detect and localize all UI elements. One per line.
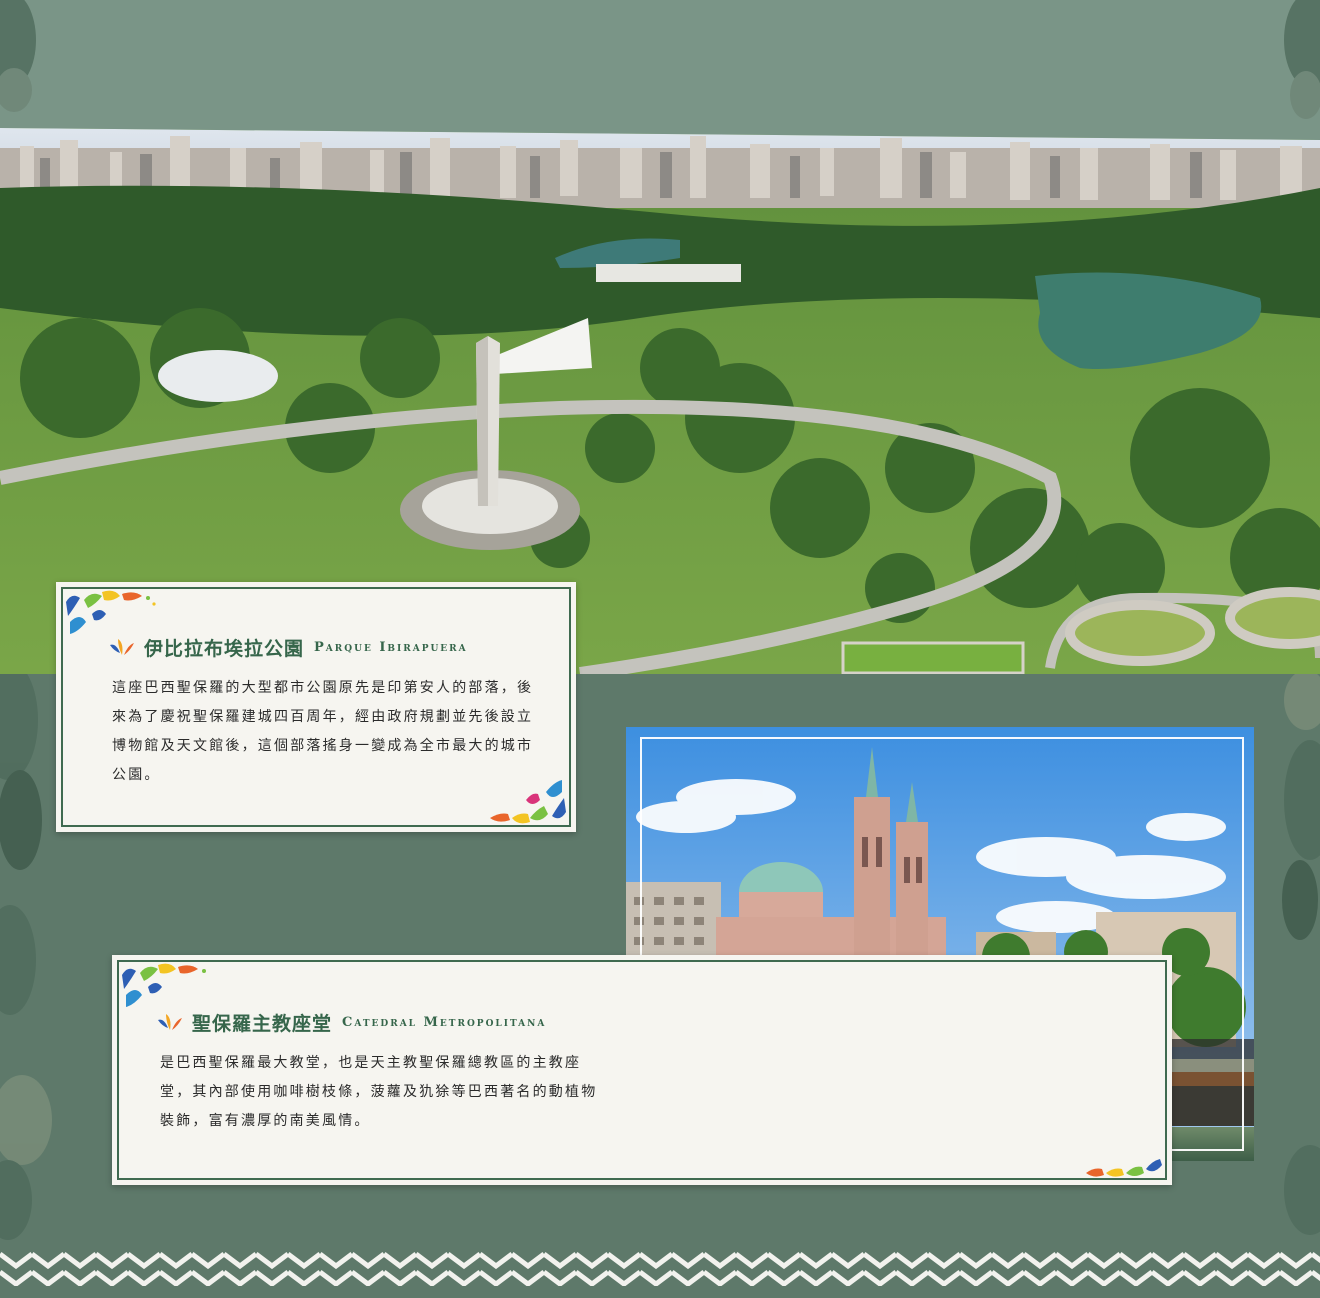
colorful-splash-corner-bottom-right — [1086, 1159, 1162, 1177]
catedral-description: 是巴西聖保羅最大教堂，也是天主教聖保羅總教區的主教座堂，其內部使用咖啡樹枝條，菠… — [160, 1055, 598, 1129]
page: 伊比拉布埃拉公園 Parque Ibirapuera 這座巴西聖保羅的大型都市公… — [0, 0, 1320, 1298]
ibirapuera-title-english: Parque Ibirapuera — [314, 640, 468, 655]
ibirapuera-info-card: 伊比拉布埃拉公園 Parque Ibirapuera 這座巴西聖保羅的大型都市公… — [56, 582, 576, 832]
catedral-info-card: 聖保羅主教座堂 Catedral Metropolitana 是巴西聖保羅最大教… — [112, 955, 1172, 1185]
catedral-title-english: Catedral Metropolitana — [342, 1015, 547, 1030]
catedral-title-chinese: 聖保羅主教座堂 — [192, 1013, 333, 1035]
colorful-brushstroke-logo-icon — [158, 1013, 182, 1030]
ibirapuera-description: 這座巴西聖保羅的大型都市公園原先是印第安人的部落，後來為了慶祝聖保羅建城四百周年… — [112, 680, 534, 783]
colorful-brushstroke-logo-icon — [110, 638, 134, 655]
ibirapuera-title-chinese: 伊比拉布埃拉公園 — [144, 638, 305, 660]
ibirapuera-title: 伊比拉布埃拉公園 Parque Ibirapuera — [108, 634, 468, 661]
zigzag-border-decoration — [0, 1250, 1320, 1286]
catedral-title: 聖保羅主教座堂 Catedral Metropolitana — [156, 1009, 546, 1036]
